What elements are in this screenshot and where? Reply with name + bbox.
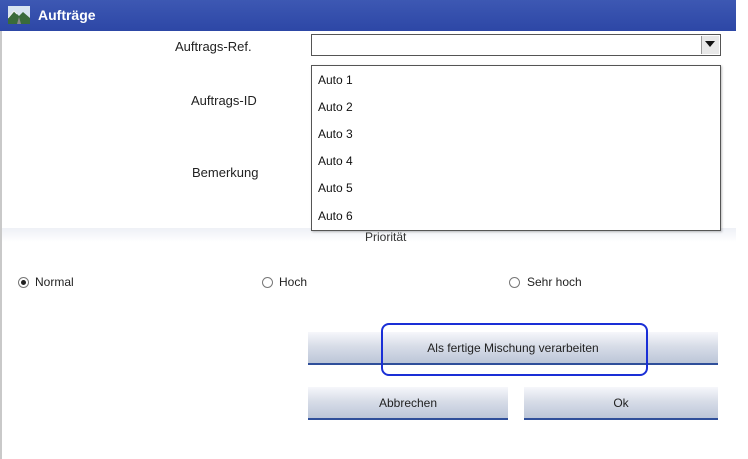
cancel-button[interactable]: Abbrechen [308, 387, 508, 420]
priority-radio-hoch[interactable] [262, 277, 273, 288]
chevron-down-icon [705, 41, 715, 47]
cancel-button-label: Abbrechen [378, 395, 438, 410]
window-title: Aufträge [38, 7, 96, 23]
ok-button[interactable]: Ok [524, 387, 718, 420]
auftrags-ref-dropdown-list: Auto 1 Auto 2 Auto 3 Auto 4 Auto 5 Auto … [311, 65, 721, 231]
dropdown-option-auto-1[interactable]: Auto 1 [318, 73, 353, 87]
window-border [0, 31, 2, 459]
dropdown-option-auto-3[interactable]: Auto 3 [318, 127, 353, 141]
dropdown-option-auto-6[interactable]: Auto 6 [318, 209, 353, 223]
priority-label-hoch[interactable]: Hoch [279, 275, 307, 289]
dropdown-option-auto-2[interactable]: Auto 2 [318, 100, 353, 114]
priority-radio-sehr-hoch[interactable] [509, 277, 520, 288]
dropdown-option-auto-5[interactable]: Auto 5 [318, 181, 353, 195]
focus-highlight [381, 323, 648, 376]
priority-label-normal[interactable]: Normal [35, 275, 74, 289]
priority-label-sehr-hoch[interactable]: Sehr hoch [527, 275, 582, 289]
title-bar: Aufträge [0, 0, 736, 31]
dropdown-toggle[interactable] [701, 36, 719, 54]
dropdown-option-auto-4[interactable]: Auto 4 [318, 154, 353, 168]
auftrags-ref-select[interactable] [311, 34, 721, 56]
auftrags-id-label: Auftrags-ID [191, 93, 257, 108]
priority-label: Priorität [365, 230, 407, 244]
ok-button-label: Ok [613, 395, 629, 410]
bemerkung-label: Bemerkung [192, 165, 259, 180]
priority-radio-normal[interactable] [18, 277, 29, 288]
mountain-road-icon [7, 6, 30, 24]
auftrags-ref-label: Auftrags-Ref. [175, 39, 252, 54]
auftraege-dialog: Aufträge Auftrags-Ref. Auftrags-ID Bemer… [0, 0, 736, 459]
